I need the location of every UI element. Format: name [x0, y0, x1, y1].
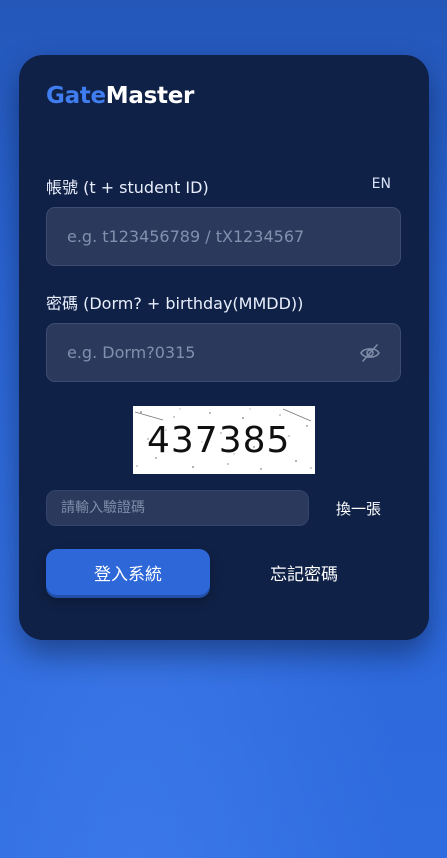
logo-part-master: Master — [105, 83, 195, 109]
captcha-input[interactable] — [47, 491, 308, 525]
login-button[interactable]: 登入系統 — [46, 549, 210, 595]
language-toggle[interactable]: EN — [372, 176, 391, 192]
password-field-container — [46, 323, 401, 382]
eye-off-icon[interactable] — [359, 343, 381, 363]
refresh-captcha-link[interactable]: 換一張 — [336, 498, 381, 519]
account-label: 帳號 (t + student ID) — [46, 178, 209, 197]
account-field-container — [46, 207, 401, 266]
logo-part-gate: Gate — [46, 83, 106, 109]
password-label: 密碼 (Dorm? + birthday(MMDD)) — [46, 294, 304, 313]
captcha-image[interactable]: 437385 — [133, 406, 315, 474]
login-card: GateMaster 帳號 (t + student ID) EN 密碼 (Do… — [19, 55, 429, 640]
captcha-code: 437385 — [147, 420, 291, 461]
account-input[interactable] — [47, 208, 400, 265]
password-input[interactable] — [47, 324, 400, 381]
captcha-field-container — [46, 490, 309, 526]
app-logo: GateMaster — [46, 83, 194, 109]
forgot-password-link[interactable]: 忘記密碼 — [270, 560, 338, 585]
